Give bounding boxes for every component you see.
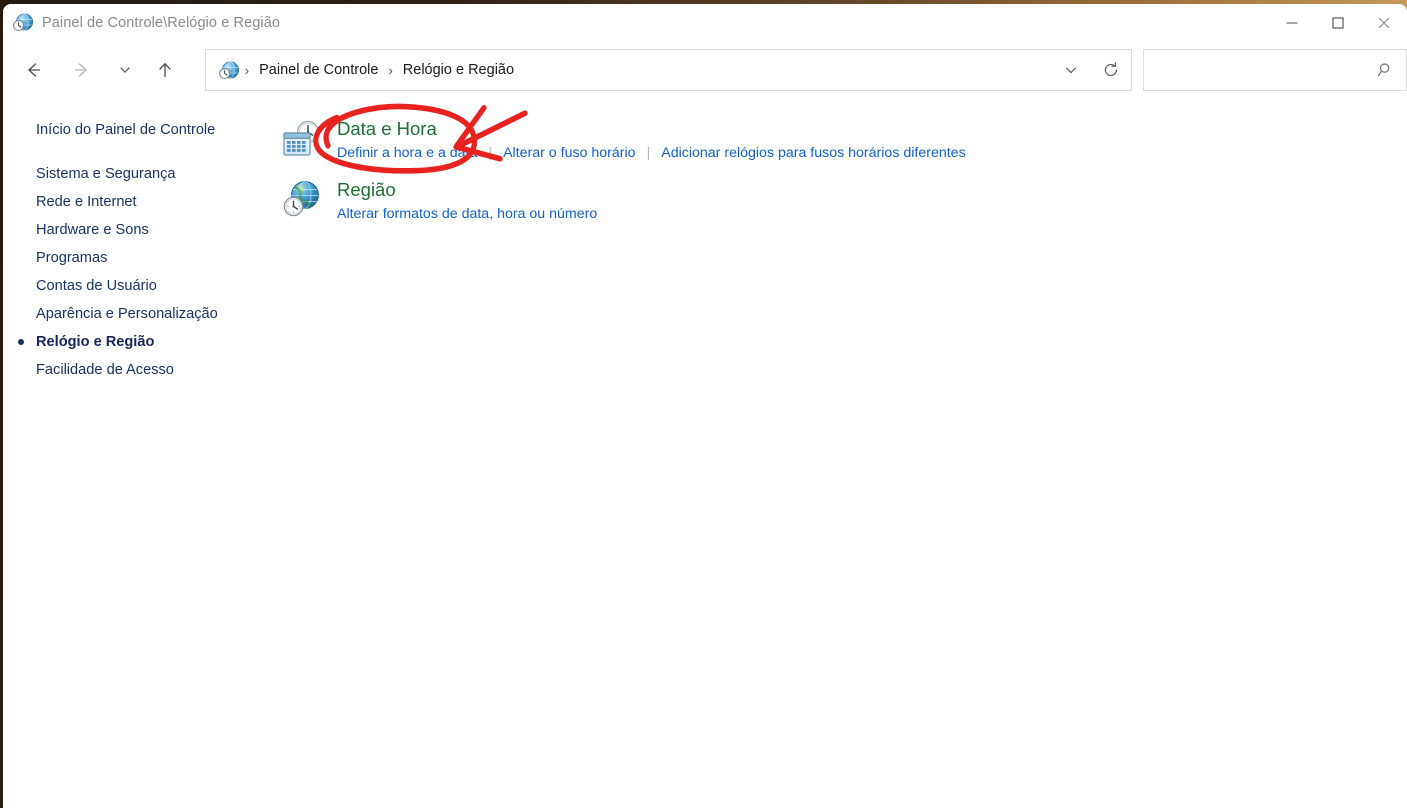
category-list: Data e Hora Definir a hora e a data | Al… [275,98,1407,808]
search-icon[interactable] [1366,50,1406,90]
address-chevron-down-icon[interactable] [1051,50,1091,90]
navigation-toolbar: › Painel de Controle › Relógio e Região [3,42,1407,98]
refresh-icon[interactable] [1091,50,1131,90]
globe-clock-icon [279,177,325,223]
sidebar-item-home[interactable]: Início do Painel de Controle [3,116,275,144]
sidebar-item-sistema-e-seguranca[interactable]: Sistema e Segurança [3,160,275,188]
close-button[interactable] [1361,4,1407,42]
globe-clock-icon [12,12,34,34]
address-bar-actions [1051,50,1131,90]
breadcrumb-item-relogio-e-regiao[interactable]: Relógio e Região [400,60,517,80]
recent-locations-chevron-down-icon[interactable] [112,52,138,88]
forward-arrow-icon[interactable] [64,52,99,88]
link-alterar-o-fuso-horario[interactable]: Alterar o fuso horário [503,143,635,163]
sidebar-item-programas[interactable]: Programas [3,244,275,272]
sidebar-item-contas-de-usuario[interactable]: Contas de Usuário [3,272,275,300]
window-body: Início do Painel de Controle Sistema e S… [3,98,1407,808]
link-adicionar-relogios[interactable]: Adicionar relógios para fusos horários d… [661,143,965,163]
maximize-button[interactable] [1315,4,1361,42]
sidebar-item-relogio-e-regiao[interactable]: Relógio e Região [3,328,275,356]
caption-button-group [1269,4,1407,42]
calendar-clock-icon [279,116,325,162]
category-data-e-hora: Data e Hora Definir a hora e a data | Al… [275,114,1407,163]
breadcrumb-separator: › [388,62,393,78]
sidebar-navigation: Início do Painel de Controle Sistema e S… [3,98,275,808]
category-body: Data e Hora Definir a hora e a data | Al… [337,114,966,163]
back-arrow-icon[interactable] [15,52,50,88]
up-arrow-icon[interactable] [147,52,182,88]
control-panel-clock-icon [218,60,239,80]
category-title-data-e-hora[interactable]: Data e Hora [337,116,437,141]
link-divider: | [646,145,651,161]
search-input[interactable] [1144,50,1366,90]
sidebar-item-hardware-e-sons[interactable]: Hardware e Sons [3,216,275,244]
category-regiao: Região Alterar formatos de data, hora ou… [275,175,1407,224]
link-definir-a-hora-e-a-data[interactable]: Definir a hora e a data [337,143,477,163]
link-divider: | [488,145,493,161]
sidebar-item-aparencia-e-personalizacao[interactable]: Aparência e Personalização [3,300,275,328]
breadcrumb-separator: › [244,62,250,78]
sidebar-item-rede-e-internet[interactable]: Rede e Internet [3,188,275,216]
category-links-data-e-hora: Definir a hora e a data | Alterar o fuso… [337,143,966,163]
title-bar: Painel de Controle\Relógio e Região [3,4,1407,42]
control-panel-window: Painel de Controle\Relógio e Região › Pa… [3,4,1407,808]
window-title: Painel de Controle\Relógio e Região [42,15,281,31]
category-body: Região Alterar formatos de data, hora ou… [337,175,597,224]
minimize-button[interactable] [1269,4,1315,42]
category-title-regiao[interactable]: Região [337,177,396,202]
breadcrumb-item-painel-de-controle[interactable]: Painel de Controle [256,60,381,80]
sidebar-item-facilidade-de-acesso[interactable]: Facilidade de Acesso [3,356,275,384]
address-bar[interactable]: › Painel de Controle › Relógio e Região [204,49,1133,91]
category-links-regiao: Alterar formatos de data, hora ou número [337,204,597,224]
link-alterar-formatos[interactable]: Alterar formatos de data, hora ou número [337,204,597,224]
search-box[interactable] [1143,49,1407,91]
